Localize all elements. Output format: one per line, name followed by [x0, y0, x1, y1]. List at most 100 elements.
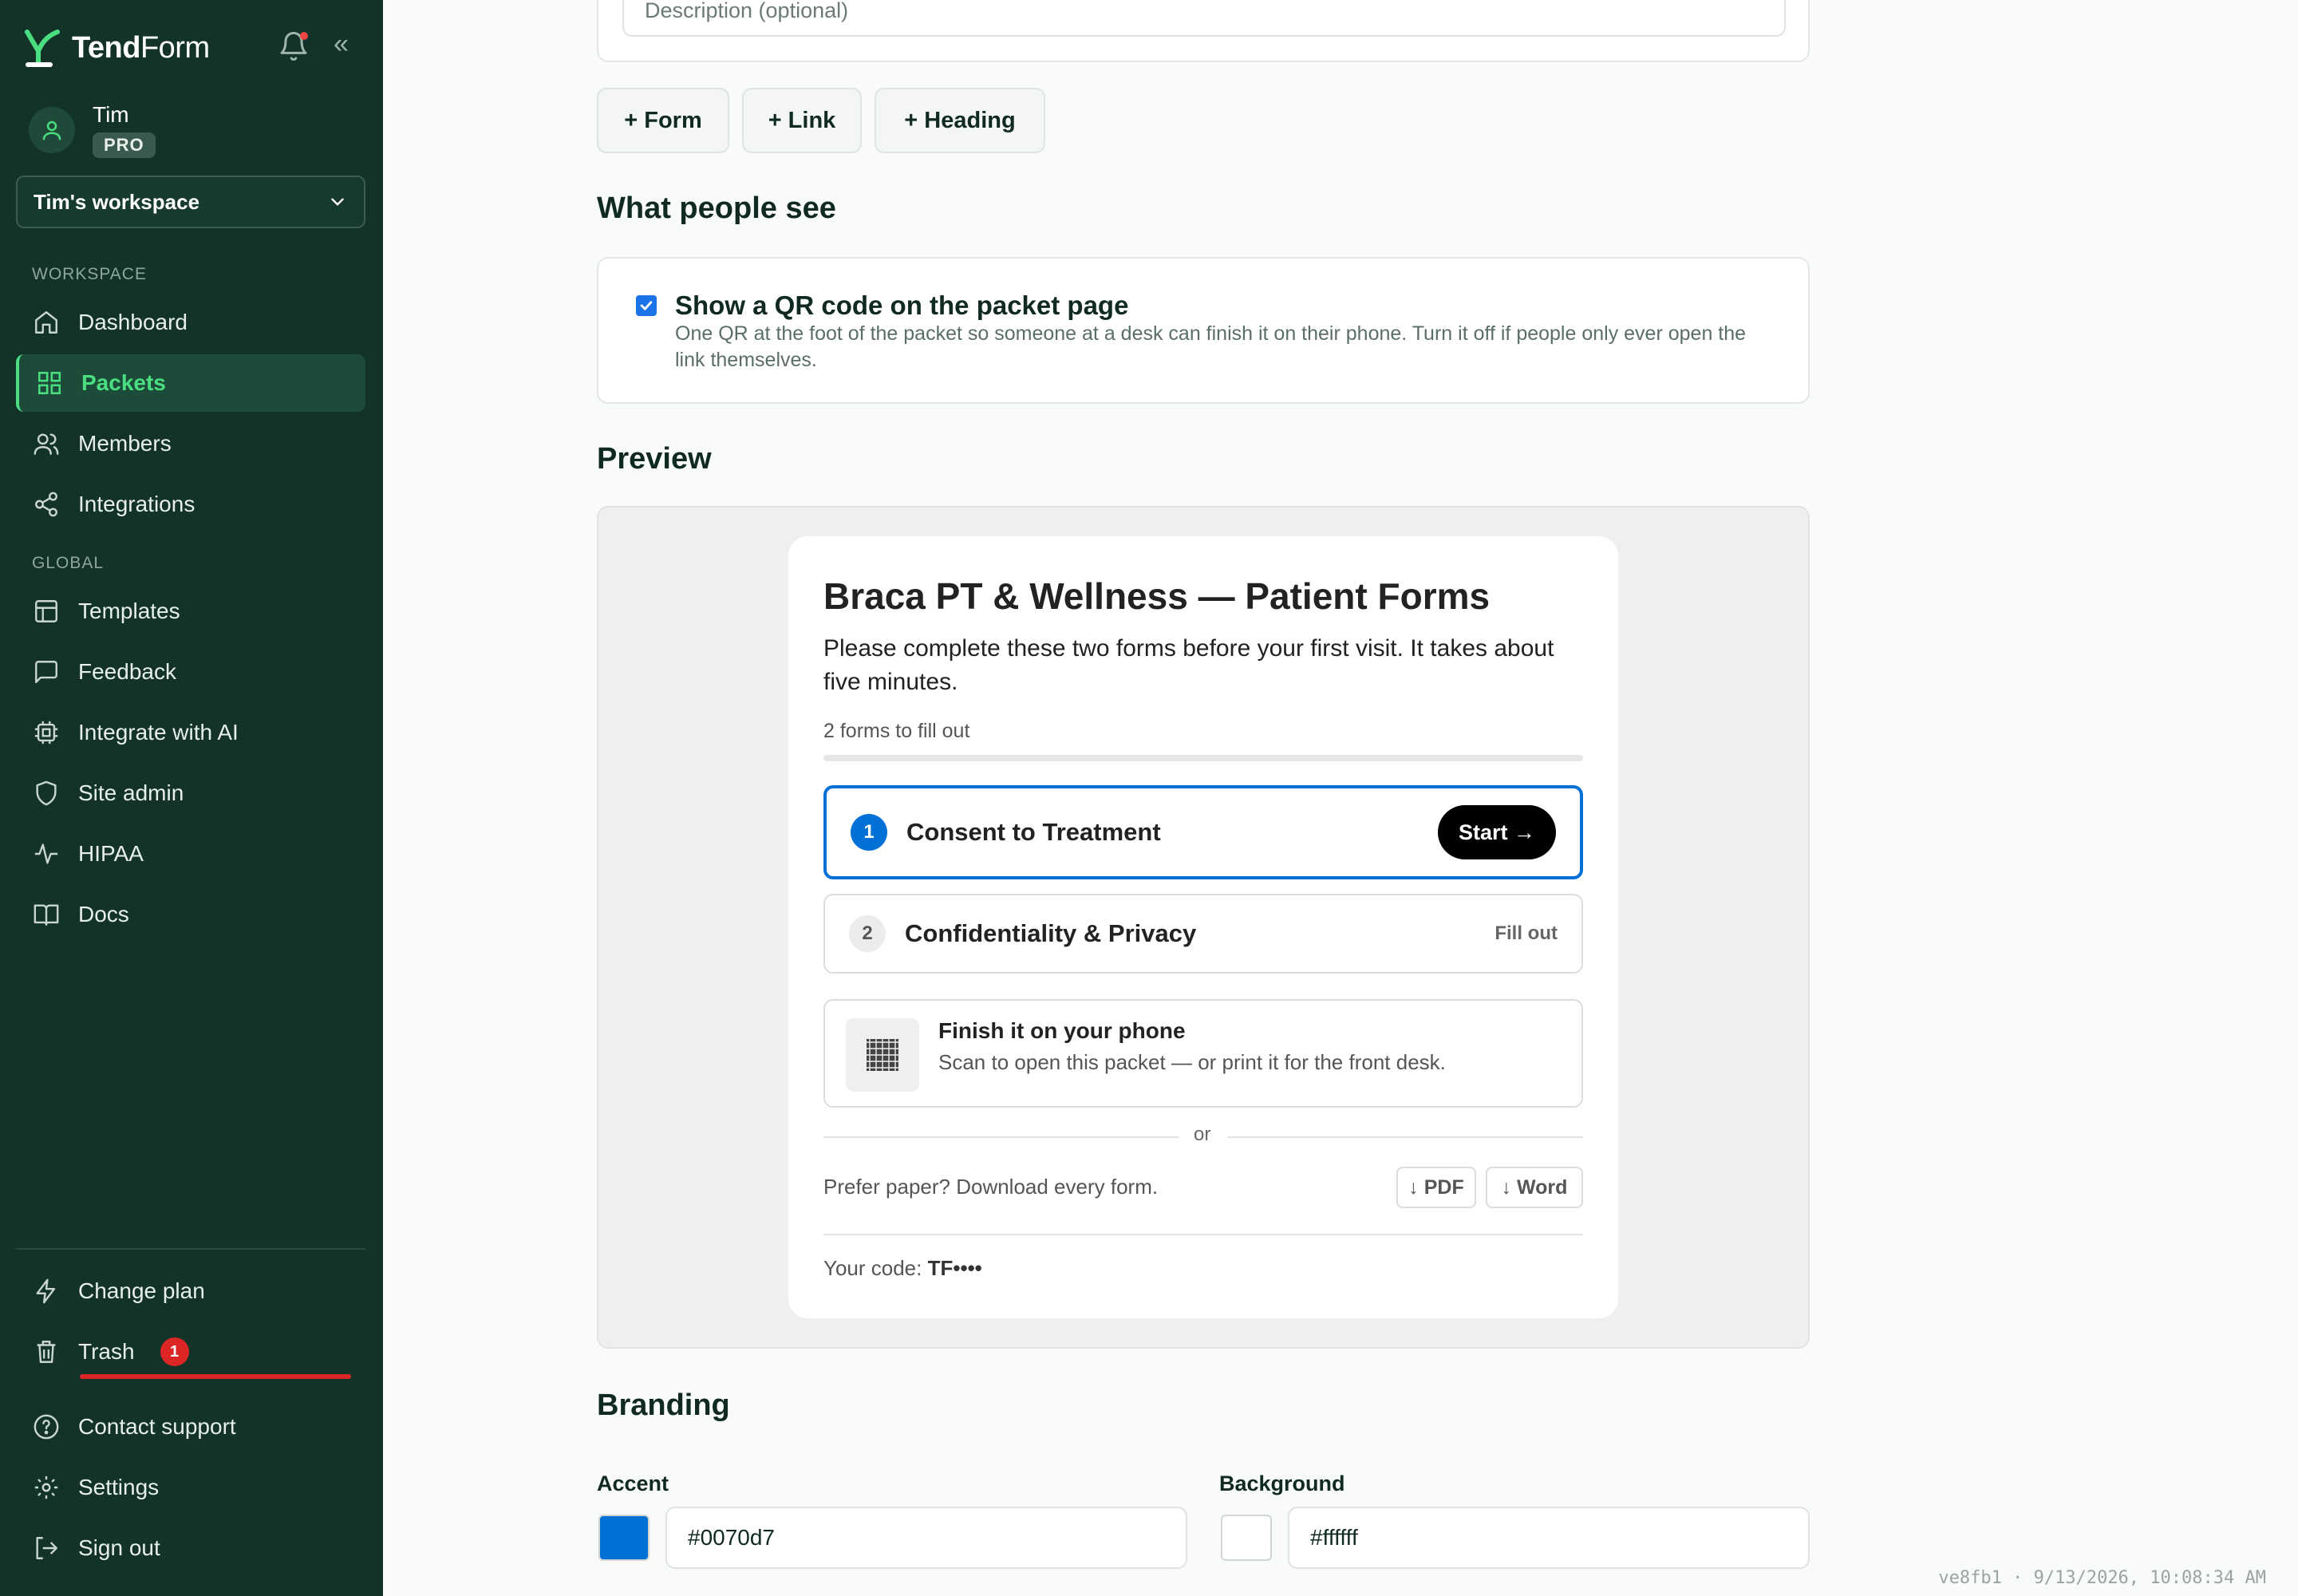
- avatar: [29, 107, 75, 153]
- user-name: Tim: [93, 102, 129, 127]
- notification-dot: [300, 32, 308, 40]
- brand-name: TendForm: [72, 30, 210, 65]
- sidebar-item-integrations[interactable]: Integrations: [16, 476, 365, 533]
- phone-subtitle: Scan to open this packet — or print it f…: [938, 1050, 1446, 1074]
- sidebar-item-label: Dashboard: [78, 310, 188, 334]
- notifications-button[interactable]: [278, 30, 310, 62]
- or-label: or: [1194, 1124, 1211, 1145]
- form-number: 2: [849, 915, 886, 952]
- sidebar-item-label: Sign out: [78, 1535, 160, 1560]
- global-section-label: GLOBAL: [32, 554, 105, 572]
- sidebar-item-dashboard[interactable]: Dashboard: [16, 294, 365, 351]
- shield-icon: [32, 779, 61, 808]
- sidebar-item-label: HIPAA: [78, 841, 144, 866]
- finish-on-phone-card: Finish it on your phone Scan to open thi…: [823, 999, 1583, 1108]
- sidebar-item-contact-support[interactable]: Contact support: [16, 1398, 365, 1456]
- add-heading-button[interactable]: + Heading: [875, 88, 1045, 153]
- add-link-button[interactable]: + Link: [742, 88, 862, 153]
- sidebar-item-label: Settings: [78, 1475, 160, 1499]
- or-divider-right: [1227, 1136, 1583, 1138]
- paper-download-text: Prefer paper? Download every form.: [823, 1175, 1159, 1199]
- users-icon: [32, 429, 61, 458]
- progress-bar: [823, 755, 1583, 761]
- sidebar-item-label: Integrate with AI: [78, 720, 239, 745]
- qr-code-checkbox[interactable]: [636, 295, 657, 316]
- code-divider: [823, 1234, 1583, 1235]
- sidebar-item-settings[interactable]: Settings: [16, 1459, 365, 1516]
- sidebar-item-sign-out[interactable]: Sign out: [16, 1519, 365, 1577]
- qr-option-title: Show a QR code on the packet page: [675, 290, 1129, 320]
- sidebar-item-docs[interactable]: Docs: [16, 886, 365, 943]
- layout-icon: [32, 597, 61, 626]
- sidebar-item-site-admin[interactable]: Site admin: [16, 764, 365, 822]
- sidebar-item-templates[interactable]: Templates: [16, 583, 365, 640]
- add-form-button[interactable]: + Form: [597, 88, 729, 153]
- packet-title: Braca PT & Wellness — Patient Forms: [823, 575, 1491, 617]
- plan-badge: PRO: [93, 132, 156, 158]
- sidebar-item-integrate-with-ai[interactable]: Integrate with AI: [16, 704, 365, 761]
- background-label: Background: [1219, 1472, 1345, 1495]
- cpu-icon: [32, 718, 61, 747]
- qr-code-icon: [846, 1018, 919, 1092]
- help-icon: [32, 1412, 61, 1441]
- tendform-logo-icon: [25, 30, 60, 67]
- packet-subtitle: Please complete these two forms before y…: [823, 635, 1554, 695]
- what-people-see-heading: What people see: [597, 192, 836, 225]
- sidebar-item-label: Integrations: [78, 492, 195, 516]
- chevrons-left-icon: «: [334, 29, 349, 59]
- fill-out-link[interactable]: Fill out: [1494, 922, 1558, 945]
- check-icon: [640, 301, 653, 310]
- form-number: 1: [851, 814, 887, 851]
- sidebar-item-label: Change plan: [78, 1278, 205, 1303]
- trash-icon: [32, 1337, 61, 1366]
- form-name: Confidentiality & Privacy: [905, 919, 1197, 947]
- sidebar-item-feedback[interactable]: Feedback: [16, 643, 365, 701]
- forms-count: 2 forms to fill out: [823, 720, 970, 742]
- sidebar-divider: [16, 1248, 365, 1250]
- download-pdf-button[interactable]: ↓ PDF: [1396, 1167, 1476, 1208]
- packet-code: Your code: TF••••: [823, 1256, 982, 1280]
- sidebar-item-label: Trash: [78, 1339, 135, 1364]
- book-icon: [32, 900, 61, 929]
- collapse-sidebar-button[interactable]: «: [334, 30, 357, 59]
- build-stamp: ve8fb1 · 9/13/2026, 10:08:34 AM: [1938, 1568, 2266, 1588]
- message-icon: [32, 658, 61, 686]
- trash-underline: [80, 1374, 351, 1379]
- background-color-input[interactable]: #ffffff: [1288, 1507, 1810, 1569]
- grid-icon: [35, 369, 64, 397]
- sidebar-item-hipaa[interactable]: HIPAA: [16, 825, 365, 883]
- accent-label: Accent: [597, 1472, 669, 1495]
- sidebar-item-label: Packets: [81, 370, 166, 395]
- trash-count-badge: 1: [160, 1337, 189, 1366]
- accent-color-input[interactable]: #0070d7: [665, 1507, 1187, 1569]
- sidebar-item-packets[interactable]: Packets: [16, 354, 365, 412]
- sidebar-item-label: Docs: [78, 902, 129, 926]
- description-input[interactable]: Description (optional): [622, 0, 1786, 37]
- user-icon: [42, 120, 61, 140]
- sidebar-item-label: Members: [78, 431, 172, 456]
- preview-heading: Preview: [597, 442, 712, 476]
- packet-code-value: TF••••: [927, 1256, 982, 1280]
- or-divider-left: [823, 1136, 1179, 1138]
- sidebar-item-trash[interactable]: Trash 1: [16, 1323, 365, 1381]
- sidebar-item-label: Site admin: [78, 780, 184, 805]
- sidebar-item-change-plan[interactable]: Change plan: [16, 1262, 365, 1320]
- download-word-button[interactable]: ↓ Word: [1486, 1167, 1583, 1208]
- workspace-select[interactable]: Tim's workspace: [16, 176, 365, 228]
- brand-logo[interactable]: TendForm: [22, 27, 210, 69]
- sidebar-item-label: Contact support: [78, 1414, 236, 1439]
- branding-heading: Branding: [597, 1389, 730, 1422]
- background-swatch[interactable]: [1221, 1515, 1272, 1561]
- logout-icon: [32, 1534, 61, 1562]
- sidebar: TendForm « Tim PRO Tim's workspace WORKS…: [0, 0, 383, 1596]
- qr-option-description: One QR at the foot of the packet so some…: [675, 322, 1747, 371]
- sidebar-item-label: Feedback: [78, 659, 176, 684]
- workspace-name: Tim's workspace: [34, 189, 200, 214]
- sidebar-item-members[interactable]: Members: [16, 415, 365, 472]
- form-row-consent[interactable]: 1 Consent to Treatment Start →: [823, 785, 1583, 879]
- user-profile[interactable]: Tim PRO: [29, 102, 156, 158]
- form-row-confidentiality[interactable]: 2 Confidentiality & Privacy Fill out: [823, 894, 1583, 974]
- gear-icon: [32, 1473, 61, 1502]
- accent-swatch[interactable]: [598, 1515, 650, 1561]
- start-button[interactable]: Start →: [1437, 805, 1556, 859]
